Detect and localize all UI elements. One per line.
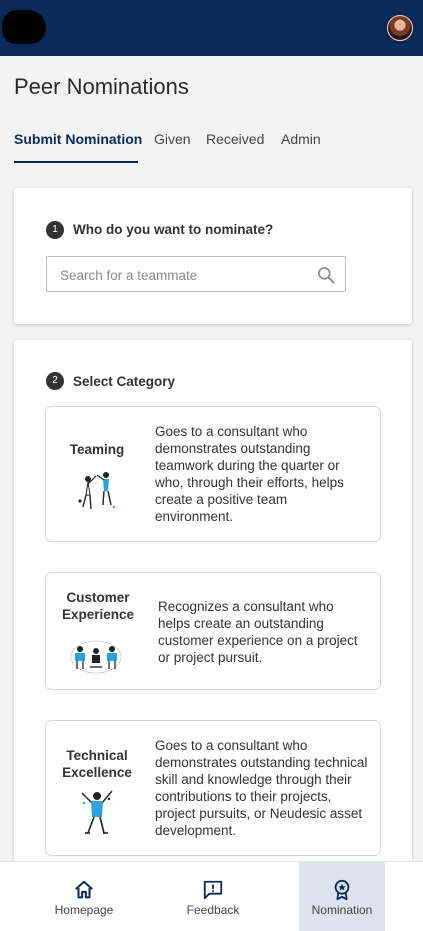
category-card: 2 Select Category Teaming Goes to a cons… — [14, 340, 412, 900]
category-name: Teaming — [69, 442, 125, 457]
nav-item-nomination[interactable]: Nomination — [299, 862, 385, 931]
nav-label: Nomination — [311, 903, 373, 917]
category-description: Goes to a consultant who demonstrates ou… — [155, 424, 344, 524]
nav-label: Feedback — [186, 903, 240, 917]
nav-label: Homepage — [54, 903, 114, 917]
step-number-badge: 1 — [46, 221, 64, 239]
step-number-badge: 2 — [46, 372, 64, 390]
tab-admin[interactable]: Admin — [281, 129, 321, 163]
category-name: Technical Excellence — [62, 748, 132, 780]
meeting-illustration — [70, 640, 122, 674]
category-description: Goes to a consultant who demonstrates ou… — [155, 738, 368, 838]
tab-received[interactable]: Received — [206, 129, 264, 163]
step-title: Select Category — [73, 374, 176, 389]
teammate-search[interactable] — [46, 256, 346, 292]
search-icon[interactable] — [316, 265, 336, 285]
feedback-icon — [203, 880, 223, 900]
app-logo[interactable] — [2, 10, 46, 44]
home-icon — [75, 880, 93, 899]
nominee-card: 1 Who do you want to nominate? — [14, 188, 412, 324]
category-option-customer-experience[interactable]: Customer Experience Recognizes a consult… — [45, 572, 381, 690]
step-title: Who do you want to nominate? — [73, 222, 274, 237]
user-avatar[interactable] — [387, 15, 413, 41]
category-description: Recognizes a consultant who helps create… — [158, 599, 358, 665]
tab-given[interactable]: Given — [154, 129, 191, 163]
celebrating-person-illustration — [81, 790, 113, 834]
search-input[interactable] — [60, 265, 300, 285]
page-title: Peer Nominations — [14, 74, 189, 99]
award-icon — [334, 879, 350, 901]
category-name: Customer Experience — [61, 590, 135, 622]
high-five-illustration — [78, 472, 116, 510]
tab-bar: Submit Nomination Given Received Admin — [14, 129, 414, 165]
category-option-teaming[interactable]: Teaming Goes to a consultant who demonst… — [45, 406, 381, 542]
active-tab-indicator — [14, 161, 138, 163]
tab-submit-nomination[interactable]: Submit Nomination — [14, 129, 142, 163]
nav-item-feedback[interactable]: Feedback — [170, 862, 256, 931]
nav-item-homepage[interactable]: Homepage — [40, 862, 128, 931]
bottom-navigation: Homepage Feedback Nomination — [0, 861, 423, 931]
category-option-technical-excellence[interactable]: Technical Excellence Goes to a consultan… — [45, 720, 381, 856]
top-app-bar — [0, 0, 423, 56]
